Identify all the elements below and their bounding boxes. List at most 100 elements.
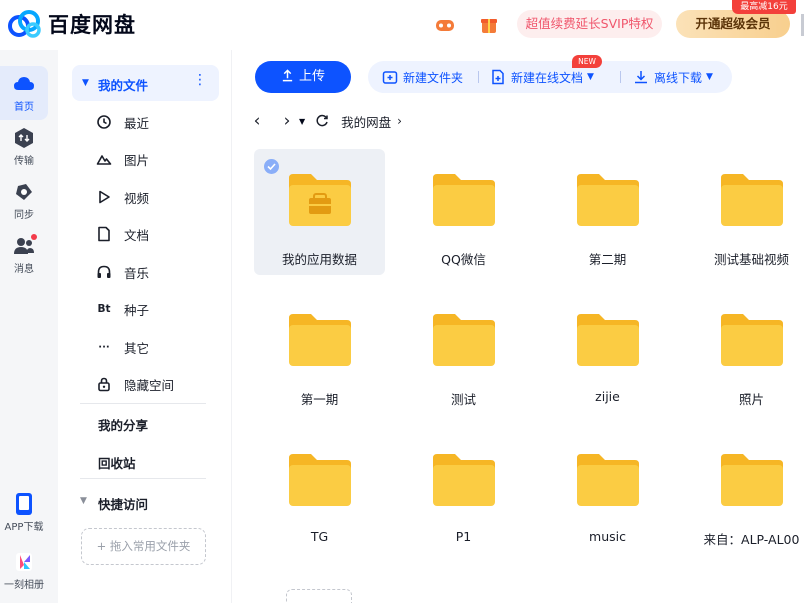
more-vertical-icon[interactable]: ⋮ [193,73,207,87]
history-dropdown-icon[interactable]: ▼ [299,117,305,126]
breadcrumb-chevron-icon[interactable]: › [397,114,402,128]
rail-label: 传输 [14,156,34,167]
sidebar-item-videos[interactable]: 视频 [96,185,149,209]
rail-item-message[interactable]: 消息 [0,228,48,282]
folder-tile[interactable]: P1 [398,429,529,555]
folder-tile[interactable]: music [542,429,673,555]
svip-renew-promo[interactable]: 超值续费延长SVIP特权 [517,10,662,38]
home-cloud-icon [14,77,34,90]
sidebar-item-label: 图片 [124,152,150,168]
sidebar-item-label: 文档 [124,227,150,243]
forward-arrow-icon[interactable]: › [275,111,299,131]
folder-tile[interactable]: 测试基础视频 [686,149,804,275]
left-rail: 首页 传输 同步 消息 APP下载 一刻相册 [0,50,58,603]
rail-item-home[interactable]: 首页 [0,66,48,120]
rail-item-sync[interactable]: 同步 [0,174,48,228]
folder-tile[interactable]: 测试 [398,289,529,415]
folder-tile[interactable]: zijie [542,289,673,415]
folder-name: 第一期 [300,392,339,407]
folder-name: 测试 [450,392,476,407]
sidebar-item-documents[interactable]: 文档 [96,222,149,246]
drop-folder-placeholder[interactable]: + 拖入常用文件夹 [81,528,206,565]
sidebar-item-label: 隐藏空间 [124,377,175,393]
offline-download-label: 离线下载 [654,70,703,85]
sidebar-item-others[interactable]: ··· 其它 [96,335,149,359]
document-icon [98,226,110,242]
rail-item-transfer[interactable]: 传输 [0,120,48,174]
app-logo[interactable]: 百度网盘 [8,9,136,39]
game-icon[interactable] [435,15,455,35]
sidebar-recycle-bin[interactable]: 回收站 [98,453,136,472]
new-folder-label: 新建文件夹 [403,70,464,85]
sidebar-item-label: 最近 [124,115,150,131]
open-vip-button[interactable]: 开通超级会员 [676,10,790,38]
sidebar-item-music[interactable]: 音乐 [96,260,149,284]
offline-download-button[interactable]: 离线下载 ▼ [633,61,713,93]
folder-icon [721,174,783,226]
vip-discount-tag: 最高减16元 [732,0,796,14]
folder-tile[interactable]: TG [254,429,385,555]
dropdown-triangle-icon: ▼ [587,72,594,82]
upload-icon [282,69,293,82]
gift-icon[interactable] [479,15,499,35]
folder-name: 来自：ALP-AL00 [703,532,800,547]
folder-icon [433,314,495,366]
sidebar-item-label: 其它 [124,340,150,356]
folder-tile[interactable]: 第二期 [542,149,673,275]
rail-label: 同步 [14,210,34,221]
folder-tile[interactable]: 第一期 [254,289,385,415]
back-arrow-icon[interactable]: ‹ [245,111,269,131]
sidebar-divider [80,403,206,404]
rail-label: 一刻相册 [4,580,44,591]
folder-icon [577,314,639,366]
folder-tile[interactable]: 我的应用数据 [254,149,385,275]
baidu-netdisk-logo-icon [8,10,41,38]
collapse-triangle-icon[interactable]: ▼ [82,78,89,88]
folder-name: P1 [455,529,472,544]
sidebar: ▼ 我的文件 ⋮ 最近 图片 视频 文档 音乐 Bt 种子 ··· 其它 隐藏空… [58,50,232,603]
selected-check-icon[interactable] [264,159,279,174]
sidebar-my-share[interactable]: 我的分享 [98,415,148,434]
bt-icon: Bt [97,303,111,315]
transfer-icon [15,128,33,148]
folder-tile[interactable]: QQ微信 [398,149,529,275]
quick-access-triangle-icon[interactable]: ▼ [80,496,87,506]
album-icon [16,553,32,571]
sidebar-item-recent[interactable]: 最近 [96,110,149,134]
folder-name: music [589,529,626,544]
folder-tile[interactable]: 来自：ALP-AL00 [686,429,804,555]
folder-icon [721,314,783,366]
breadcrumb-current[interactable]: 我的网盘 [341,112,391,131]
toolbar: 新建文件夹 新建在线文档 ▼ 离线下载 ▼ [368,61,732,93]
folder-icon [289,454,351,506]
download-icon [635,71,647,84]
sidebar-item-images[interactable]: 图片 [96,147,149,171]
folder-tile[interactable]: 照片 [686,289,804,415]
rail-item-album[interactable]: 一刻相册 [0,544,48,598]
top-header: 百度网盘 超值续费延长SVIP特权 开通超级会员 最高减16元 [0,0,804,50]
play-icon [99,190,110,204]
folder-name: 测试基础视频 [713,252,789,267]
new-folder-button[interactable]: 新建文件夹 [382,61,463,93]
sidebar-item-torrents[interactable]: Bt 种子 [96,297,149,321]
folder-icon [721,454,783,506]
sidebar-divider [80,478,206,479]
headphones-icon [97,265,111,278]
sidebar-quick-access[interactable]: 快捷访问 [98,494,148,513]
folder-icon [577,454,639,506]
folder-icon [433,174,495,226]
new-folder-icon [382,71,398,84]
sidebar-item-hidden-space[interactable]: 隐藏空间 [96,372,174,396]
sidebar-item-label: 视频 [124,190,150,206]
sidebar-item-label: 音乐 [124,265,150,281]
folder-icon [433,454,495,506]
image-icon [96,155,112,165]
folder-icon [577,174,639,226]
rail-item-app-download[interactable]: APP下载 [0,486,48,540]
breadcrumb-bar: ‹ › ▼ 我的网盘 › [245,108,402,134]
sidebar-my-files-header[interactable]: ▼ 我的文件 ⋮ [72,65,219,101]
ellipsis-icon: ··· [98,341,110,353]
refresh-icon[interactable] [315,114,329,128]
upload-button[interactable]: 上传 [255,61,351,93]
sync-icon [16,184,32,200]
